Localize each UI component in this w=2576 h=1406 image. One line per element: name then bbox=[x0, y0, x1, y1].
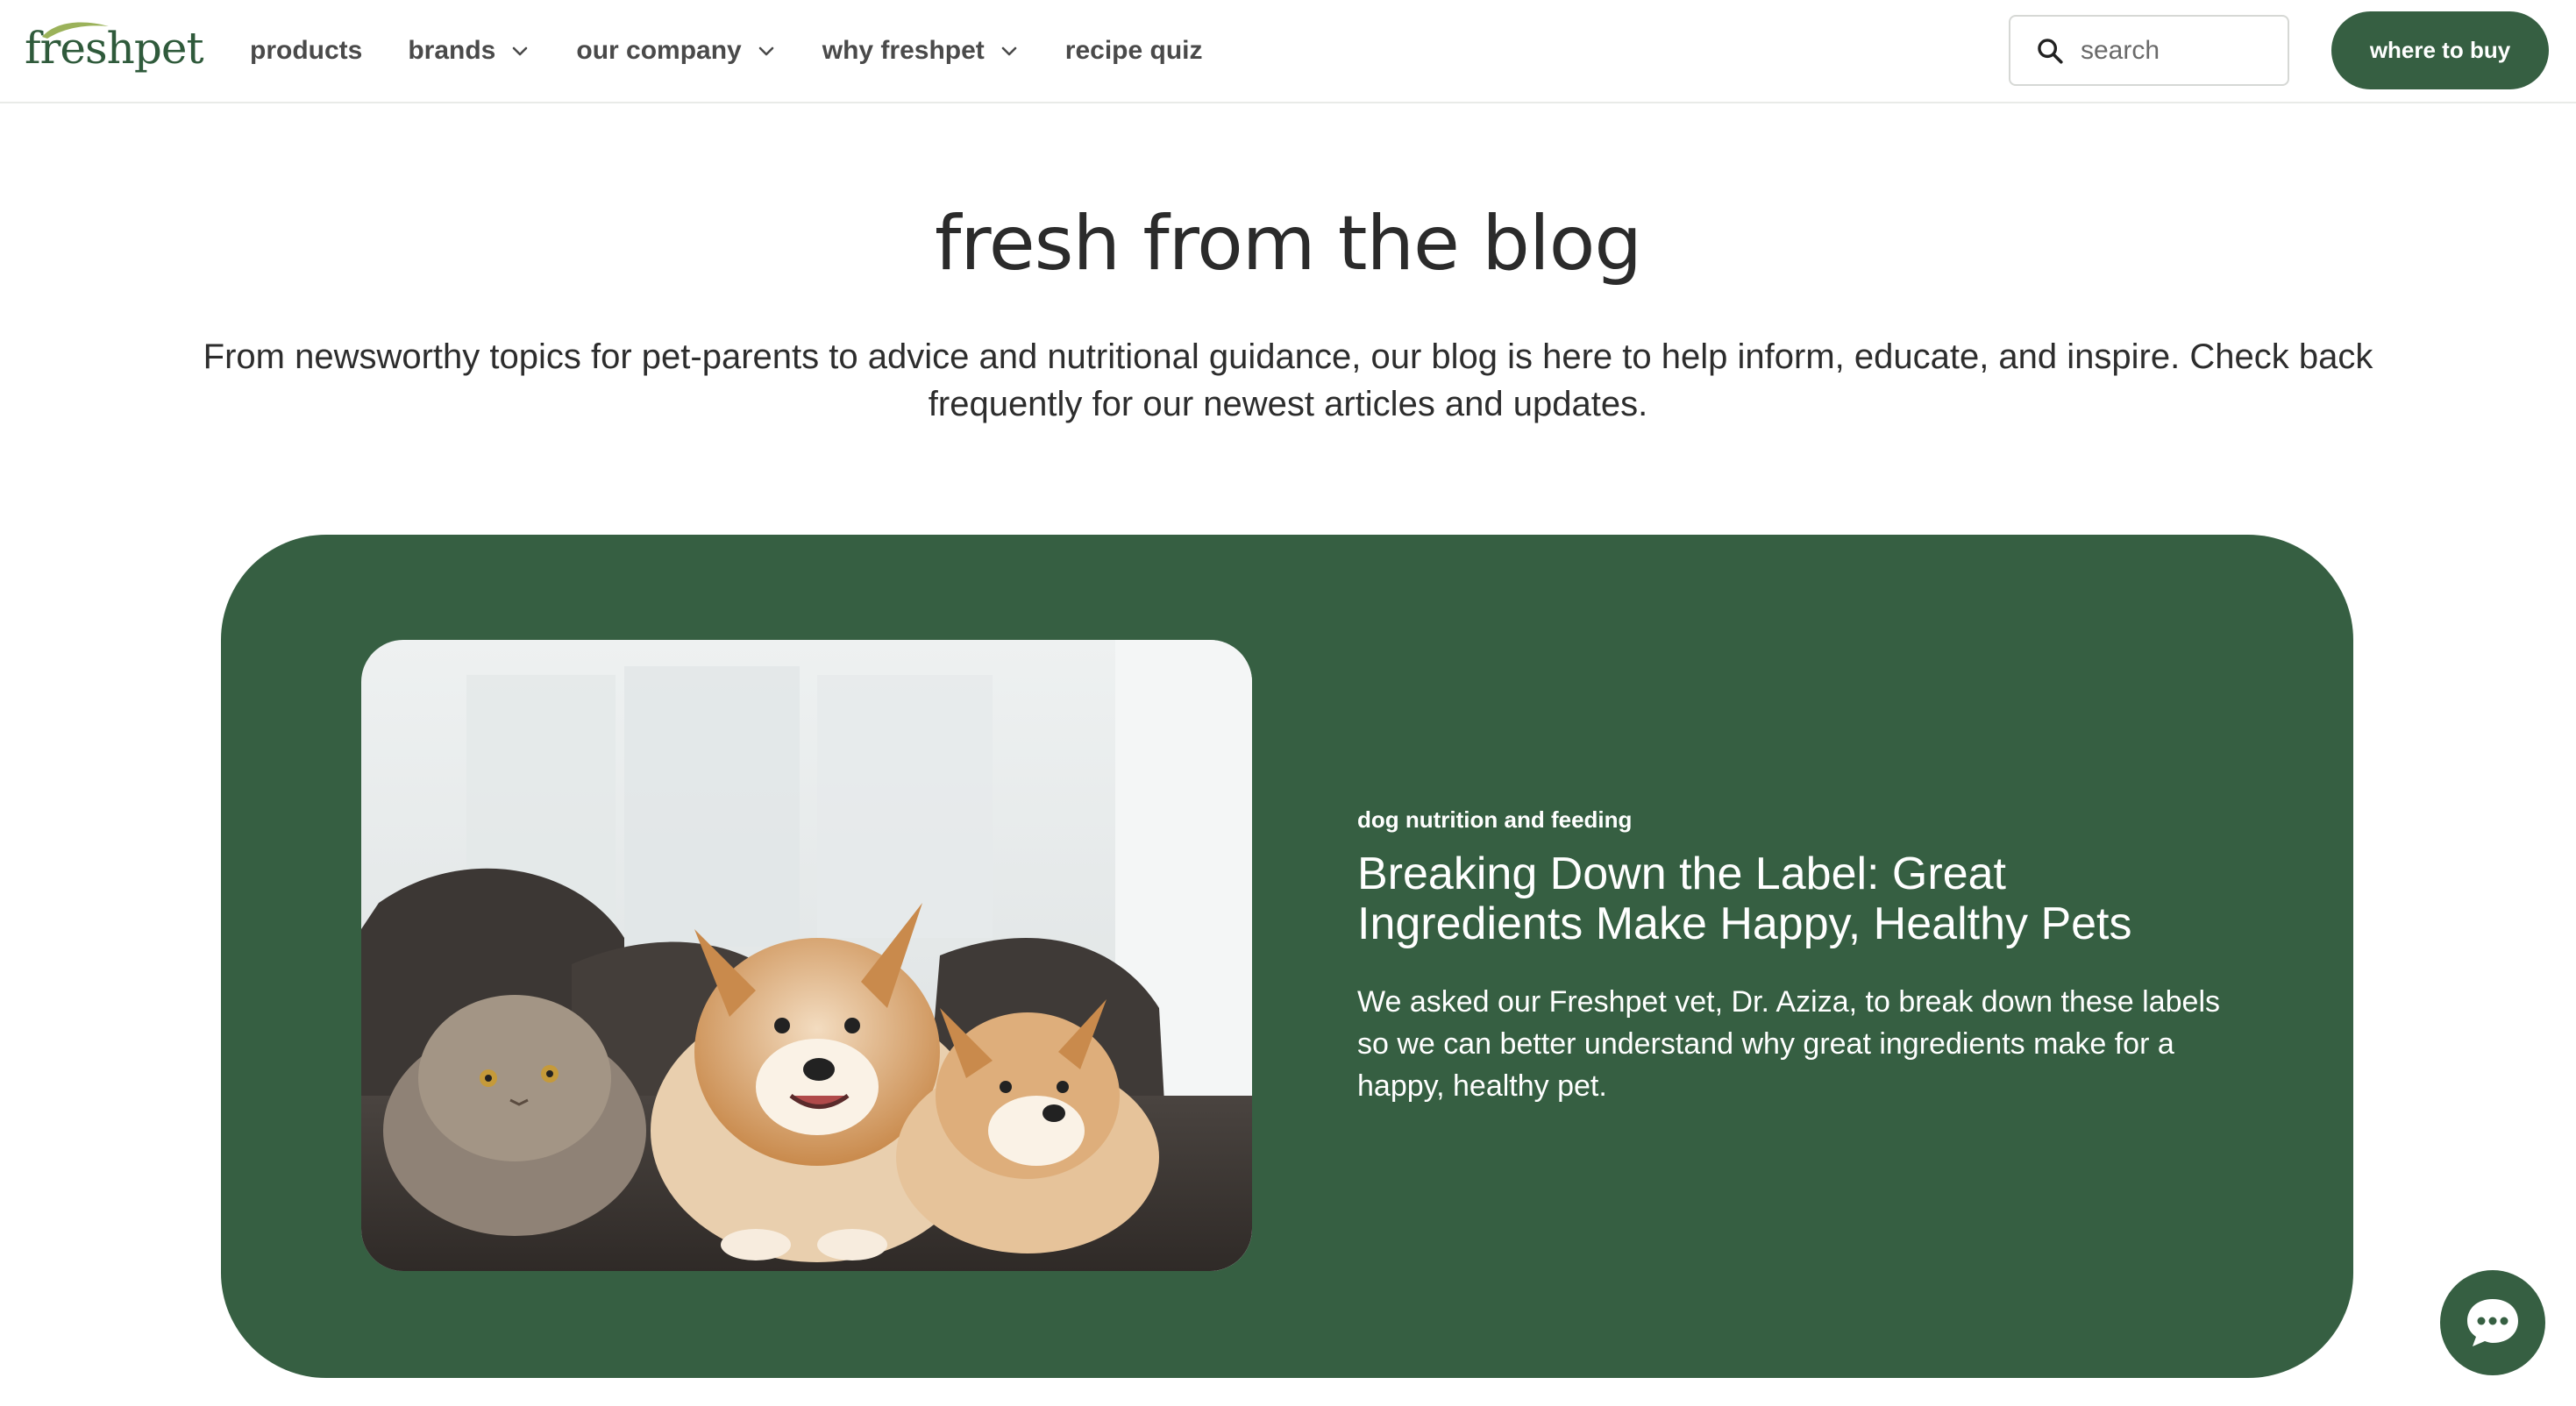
site-header: freshpet products brands our company why… bbox=[0, 0, 2576, 103]
article-category[interactable]: dog nutrition and feeding bbox=[1357, 806, 2234, 834]
nav-item-why-freshpet[interactable]: why freshpet bbox=[822, 25, 1020, 77]
search-box[interactable] bbox=[2009, 15, 2289, 86]
chat-icon bbox=[2467, 1299, 2518, 1346]
page-intro: From newsworthy topics for pet-parents t… bbox=[203, 337, 2373, 423]
chevron-down-icon bbox=[758, 46, 774, 56]
main-nav: products brands our company why freshpet… bbox=[250, 0, 1249, 102]
freshpet-logo[interactable]: freshpet bbox=[25, 19, 204, 81]
logo-wordmark: freshpet bbox=[25, 23, 204, 74]
nav-item-label: brands bbox=[408, 36, 496, 65]
chevron-down-icon bbox=[513, 46, 528, 56]
pets-on-sofa-photo bbox=[361, 640, 1252, 1271]
nav-item-label: recipe quiz bbox=[1064, 36, 1203, 65]
chevron-down-icon bbox=[1001, 46, 1017, 56]
featured-article-content: dog nutrition and feeding Breaking Down … bbox=[1357, 806, 2234, 1107]
nav-item-our-company[interactable]: our company bbox=[576, 25, 776, 77]
nav-item-label: why freshpet bbox=[822, 36, 985, 65]
article-title[interactable]: Breaking Down the Label: Great Ingredien… bbox=[1357, 849, 2234, 949]
chat-button[interactable] bbox=[2440, 1270, 2545, 1375]
nav-item-products[interactable]: products bbox=[250, 25, 362, 77]
search-input[interactable] bbox=[2081, 35, 2274, 66]
featured-article-card[interactable]: dog nutrition and feeding Breaking Down … bbox=[221, 535, 2353, 1378]
featured-article-image[interactable] bbox=[361, 640, 1252, 1271]
page-title: fresh from the blog bbox=[935, 200, 1642, 288]
where-to-buy-button[interactable]: where to buy bbox=[2331, 11, 2549, 89]
nav-item-label: products bbox=[250, 36, 363, 65]
nav-item-brands[interactable]: brands bbox=[408, 25, 530, 77]
nav-item-label: our company bbox=[576, 36, 742, 65]
nav-item-recipe-quiz[interactable]: recipe quiz bbox=[1065, 25, 1203, 77]
article-description: We asked our Freshpet vet, Dr. Aziza, to… bbox=[1357, 985, 2220, 1103]
search-icon bbox=[2038, 38, 2063, 64]
